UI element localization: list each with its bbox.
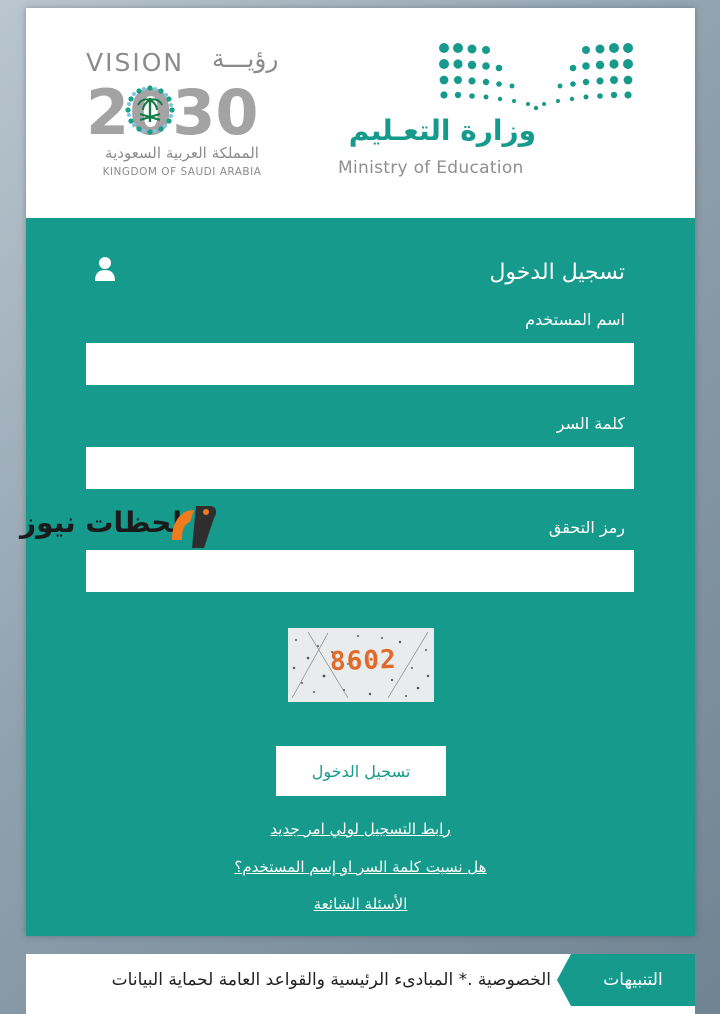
username-label: اسم المستخدم: [525, 310, 625, 329]
captcha-code: 8602: [329, 644, 398, 678]
register-guardian-link[interactable]: رابط التسجيل لولي امر جديد: [26, 820, 695, 838]
captcha-input[interactable]: [86, 550, 634, 592]
captcha-label: رمز التحقق: [548, 518, 625, 537]
ministry-of-education-logo: وزارة التعـليم Ministry of Education: [336, 38, 636, 188]
palm-emblem-icon: [125, 85, 175, 135]
ministry-dots-icon: [439, 43, 633, 111]
login-title: تسجيل الدخول: [489, 260, 625, 285]
captcha-image: 8602: [288, 628, 434, 702]
alerts-label: التنبيهات: [571, 954, 695, 1006]
username-input[interactable]: [86, 343, 634, 385]
kingdom-arabic: المملكة العربية السعودية: [105, 144, 259, 162]
vision-word: VISION: [86, 48, 185, 77]
login-panel: تسجيل الدخول اسم المستخدم كلمة السر رمز …: [26, 218, 695, 936]
ministry-english-name: Ministry of Education: [338, 158, 524, 178]
ministry-arabic-name: وزارة التعـليم: [348, 114, 536, 147]
forgot-credentials-link[interactable]: هل نسيت كلمة السر او إسم المستخدم؟: [26, 858, 695, 876]
alerts-text[interactable]: الخصوصية .* المبادىء الرئيسية والقواعد ا…: [112, 954, 551, 1006]
password-label: كلمة السر: [556, 414, 625, 433]
kingdom-english: KINGDOM OF SAUDI ARABIA: [102, 166, 262, 178]
alerts-ticker: التنبيهات الخصوصية .* المبادىء الرئيسية …: [26, 954, 695, 1014]
vision-arabic-word: رؤيـــة: [212, 44, 279, 73]
page-header: VISION رؤيـــة 2030 المملكة العربية السع…: [26, 8, 695, 218]
watermark-text: لحظات نيوز: [20, 506, 182, 539]
password-input[interactable]: [86, 447, 634, 489]
login-card: VISION رؤيـــة 2030 المملكة العربية السع…: [26, 8, 695, 936]
login-submit-button[interactable]: تسجيل الدخول: [276, 746, 446, 796]
faq-link[interactable]: الأسئلة الشائعة: [26, 895, 695, 913]
watermark: لحظات نيوز: [20, 498, 225, 553]
user-icon: [95, 257, 115, 281]
vision-2030-logo: VISION رؤيـــة 2030 المملكة العربية السع…: [86, 44, 286, 188]
watermark-logo-icon: [172, 506, 217, 548]
alerts-arrow-icon: [557, 954, 571, 1006]
